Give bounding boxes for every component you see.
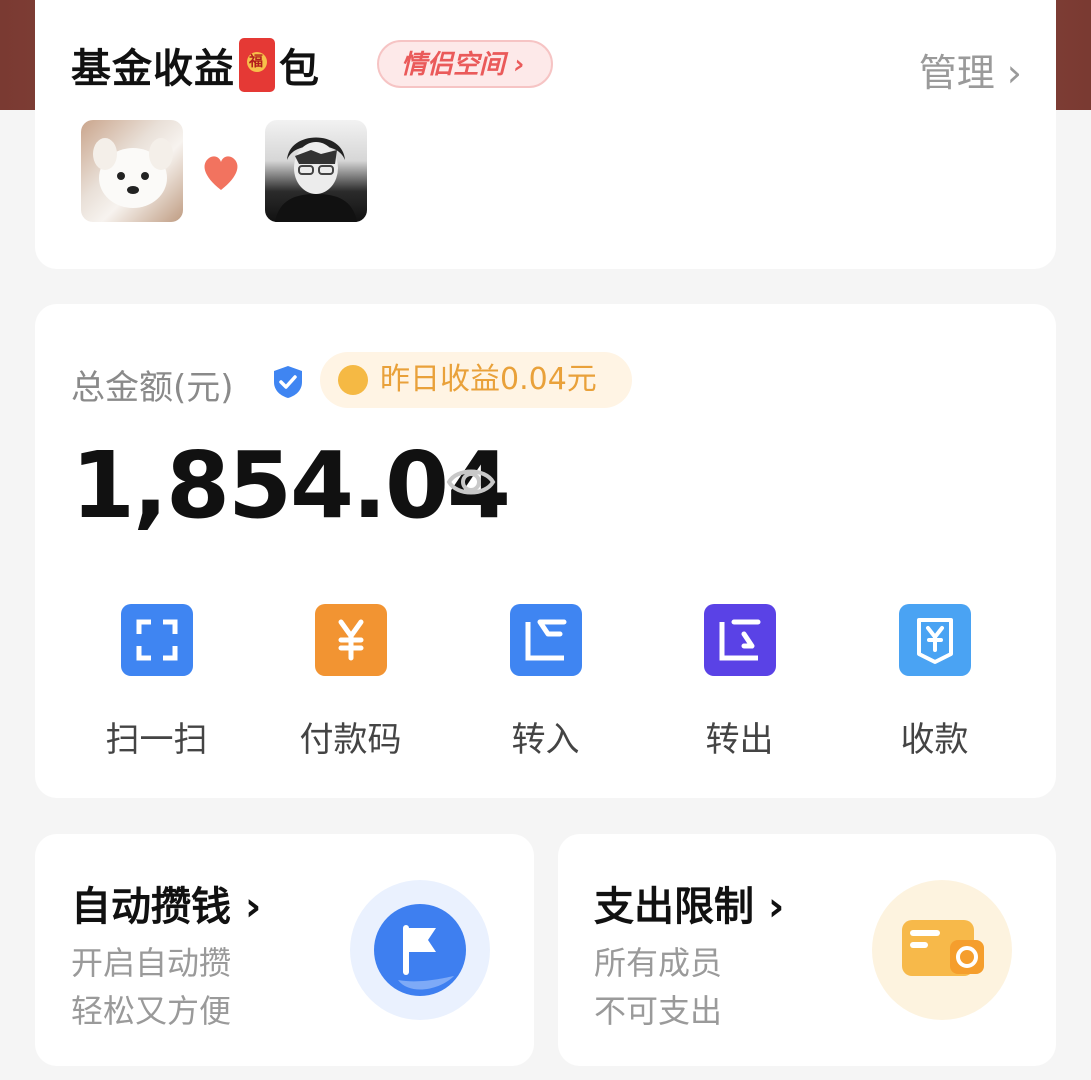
payment-code-action[interactable]: 付款码 bbox=[253, 604, 448, 761]
yesterday-yield-text: 昨日收益0.04元 bbox=[380, 362, 597, 397]
couple-space-tag[interactable]: 情侣空间 › bbox=[377, 40, 553, 88]
auto-save-desc-1: 开启自动攒 bbox=[71, 944, 232, 982]
transfer-in-icon bbox=[509, 604, 582, 676]
dog-avatar[interactable] bbox=[81, 120, 183, 222]
spending-limit-card[interactable]: 支出限制 › 所有成员 不可支出 bbox=[558, 834, 1056, 1066]
auto-save-desc-2: 轻松又方便 bbox=[71, 992, 232, 1030]
red-packet-glyph: 福 bbox=[249, 54, 264, 70]
payment-code-label: 付款码 bbox=[299, 720, 402, 760]
yesterday-yield-badge[interactable]: 昨日收益0.04元 bbox=[320, 352, 632, 408]
wallet-icon bbox=[872, 880, 1012, 1020]
flag-icon bbox=[350, 880, 490, 1020]
transfer-in-action[interactable]: 转入 bbox=[448, 604, 643, 761]
transfer-out-action[interactable]: 转出 bbox=[642, 604, 837, 761]
red-packet-icon: 福 bbox=[239, 38, 275, 92]
dog-face-icon bbox=[93, 138, 173, 208]
shield-check-icon[interactable] bbox=[271, 364, 305, 400]
spending-limit-desc-1: 所有成员 bbox=[594, 944, 723, 982]
spending-limit-desc-2: 不可支出 bbox=[594, 992, 723, 1030]
heart-icon bbox=[204, 156, 238, 190]
man-avatar[interactable] bbox=[265, 120, 367, 222]
scan-icon bbox=[120, 604, 193, 676]
transfer-out-icon bbox=[703, 604, 776, 676]
eye-icon[interactable] bbox=[445, 456, 497, 508]
spending-limit-title: 支出限制 › bbox=[594, 884, 785, 930]
total-amount-label: 总金额(元) bbox=[71, 368, 234, 408]
auto-save-title: 自动攒钱 › bbox=[71, 884, 262, 930]
space-title-suffix: 包 bbox=[279, 46, 320, 92]
space-title: 基金收益福包 bbox=[71, 36, 320, 94]
space-title-text: 基金收益 bbox=[71, 46, 235, 92]
coin-bag-icon bbox=[338, 365, 368, 395]
receive-label: 收款 bbox=[900, 720, 969, 760]
balance-amount: 1,854.04 bbox=[71, 432, 511, 539]
scan-action[interactable]: 扫一扫 bbox=[59, 604, 254, 761]
shared-space-card: 基金收益福包 情侣空间 › 管理 › bbox=[35, 0, 1056, 269]
manage-link[interactable]: 管理 › bbox=[919, 42, 1022, 97]
man-portrait-icon bbox=[275, 137, 357, 222]
scan-label: 扫一扫 bbox=[105, 720, 208, 760]
transfer-out-label: 转出 bbox=[705, 720, 774, 760]
balance-card: 总金额(元) 昨日收益0.04元 1,854.04 扫一扫 付款码 转入 转出 … bbox=[35, 304, 1056, 798]
auto-save-card[interactable]: 自动攒钱 › 开启自动攒 轻松又方便 bbox=[35, 834, 534, 1066]
receive-action[interactable]: 收款 bbox=[837, 604, 1032, 761]
payment-code-icon bbox=[314, 604, 387, 676]
receive-icon bbox=[898, 604, 971, 676]
transfer-in-label: 转入 bbox=[511, 720, 580, 760]
